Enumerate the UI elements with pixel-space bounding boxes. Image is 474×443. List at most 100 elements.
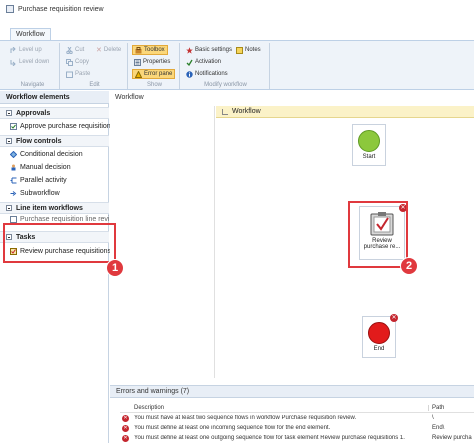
error-row[interactable]: ✕ You must define at least one outgoing … [120, 434, 474, 443]
toolbox-item-label: Approve purchase requisitions [20, 123, 115, 130]
title-bar: Purchase requisition review [0, 0, 474, 18]
toolbox-button[interactable]: Toolbox [132, 45, 168, 55]
notes-button[interactable]: Notes [234, 45, 263, 55]
toolbox-label: Toolbox [144, 47, 165, 53]
collapse-icon[interactable] [6, 110, 12, 116]
canvas-margin [110, 106, 215, 378]
end-label: End [373, 346, 385, 352]
paste-label: Paste [75, 71, 91, 77]
level-down-icon [10, 59, 16, 66]
section-approvals[interactable]: Approvals [0, 107, 109, 119]
workflow-elements-header: Workflow elements [0, 91, 109, 104]
paste-button[interactable]: Paste [64, 69, 92, 79]
manual-decision-icon [11, 164, 16, 171]
section-flow-controls-title: Flow controls [16, 137, 62, 145]
collapse-icon[interactable] [6, 138, 12, 144]
level-up-button[interactable]: Level up [8, 45, 44, 55]
start-label: Start [362, 154, 376, 160]
ribbon: Level up Level down Navigate Cut ✕ Delet… [0, 40, 474, 90]
section-line-item-workflows[interactable]: Line item workflows [0, 202, 109, 214]
modify-workflow-group-label: Modify workflow [204, 82, 247, 88]
navigate-group-label: Navigate [20, 82, 45, 88]
properties-icon [134, 58, 141, 66]
error-path: \ [432, 415, 434, 421]
activation-label: Activation [195, 59, 222, 65]
error-row[interactable]: ✕ You must define at least one incoming … [120, 424, 474, 433]
notifications-label: Notifications [195, 71, 228, 77]
error-row[interactable]: ✕ You must have at least two sequence fl… [120, 414, 474, 423]
section-line-item-title: Line item workflows [16, 204, 83, 212]
line-item-icon [10, 215, 17, 223]
toolbox-item-label: Manual decision [20, 164, 71, 171]
toolbox-item-subworkflow[interactable]: Subworkflow [10, 188, 60, 199]
copy-icon [66, 58, 73, 66]
copy-button[interactable]: Copy [64, 57, 91, 67]
level-up-label: Level up [19, 47, 42, 53]
section-flow-controls[interactable]: Flow controls [0, 135, 109, 147]
level-down-button[interactable]: Level down [8, 57, 51, 67]
workflow-canvas-header: Workflow [216, 106, 474, 118]
window-title: Purchase requisition review [18, 5, 104, 13]
delete-button[interactable]: ✕ Delete [94, 45, 123, 55]
toolbox-item-approve-purchase-requisitions[interactable]: Approve purchase requisitions [10, 121, 114, 132]
edit-group-label: Edit [89, 82, 100, 88]
toolbox-item-line-item-workflow[interactable]: Purchase requisition line revi [10, 215, 110, 223]
show-group: Toolbox Properties Error pane Show [130, 43, 180, 89]
toolbox-item-conditional-decision[interactable]: Conditional decision [10, 149, 83, 160]
basic-settings-label: Basic settings [195, 47, 233, 53]
toolbox-item-manual-decision[interactable]: Manual decision [10, 162, 71, 173]
scissors-icon [66, 46, 73, 54]
workflow-canvas-body[interactable]: Start Review purchase re... ✕ End ✕ [216, 118, 474, 378]
tab-workflow[interactable]: Workflow [10, 28, 51, 40]
properties-label: Properties [143, 59, 171, 65]
error-pane-button[interactable]: Error pane [132, 69, 176, 79]
toolbox-item-label: Parallel activity [20, 177, 67, 184]
modify-workflow-group: Basic settings Notes Activation Notifica… [182, 43, 270, 89]
app-icon [6, 5, 14, 13]
error-description: You must have at least two sequence flow… [134, 415, 357, 421]
navigate-group: Level up Level down Navigate [6, 43, 60, 89]
level-down-label: Level down [19, 59, 50, 65]
callout-badge-1: 1 [106, 259, 124, 277]
path-column-header[interactable]: Path [428, 405, 444, 411]
start-node[interactable]: Start [352, 124, 386, 166]
toolbox-item-parallel-activity[interactable]: Parallel activity [10, 175, 67, 186]
copy-label: Copy [75, 59, 90, 65]
errors-header: Errors and warnings (7) [110, 386, 474, 398]
workflow-canvas: Workflow Start Review purchase re... ✕ E… [110, 106, 474, 378]
edit-group: Cut ✕ Delete Copy Paste Edit [62, 43, 128, 89]
conditional-decision-icon [10, 151, 17, 158]
activation-button[interactable]: Activation [184, 57, 223, 67]
cut-button[interactable]: Cut [64, 45, 86, 55]
notifications-button[interactable]: Notifications [184, 69, 230, 79]
activation-icon [186, 59, 193, 66]
error-icon: ✕ [122, 415, 129, 422]
callout-box-2 [348, 201, 408, 268]
corner-icon [222, 108, 228, 115]
error-icon: ✕ [390, 314, 398, 322]
collapse-icon[interactable] [6, 205, 12, 211]
description-column-header[interactable]: Description [134, 405, 164, 411]
error-icon: ✕ [122, 435, 129, 442]
workflow-elements-panel: Workflow elements Approvals Approve purc… [0, 91, 114, 443]
ribbon-tabs: Workflow [0, 26, 474, 41]
notes-label: Notes [245, 47, 261, 53]
section-approvals-title: Approvals [16, 109, 51, 117]
toolbox-item-label: Subworkflow [20, 190, 60, 197]
callout-box-1 [3, 223, 116, 263]
warning-icon [135, 70, 142, 78]
notes-icon [236, 46, 243, 54]
callout-badge-2: 2 [400, 257, 418, 275]
parallel-activity-icon [10, 177, 17, 184]
errors-column-headers: Description Path [120, 404, 474, 413]
workflow-pane-title: Workflow [109, 91, 474, 106]
properties-button[interactable]: Properties [132, 57, 172, 67]
end-node[interactable]: End ✕ [362, 314, 398, 358]
basic-settings-button[interactable]: Basic settings [184, 45, 234, 55]
cut-label: Cut [75, 47, 85, 53]
subworkflow-icon [10, 191, 17, 196]
error-description: You must define at least one outgoing se… [134, 435, 405, 441]
star-icon [186, 46, 193, 54]
delete-label: Delete [103, 47, 122, 53]
start-circle [358, 130, 380, 152]
